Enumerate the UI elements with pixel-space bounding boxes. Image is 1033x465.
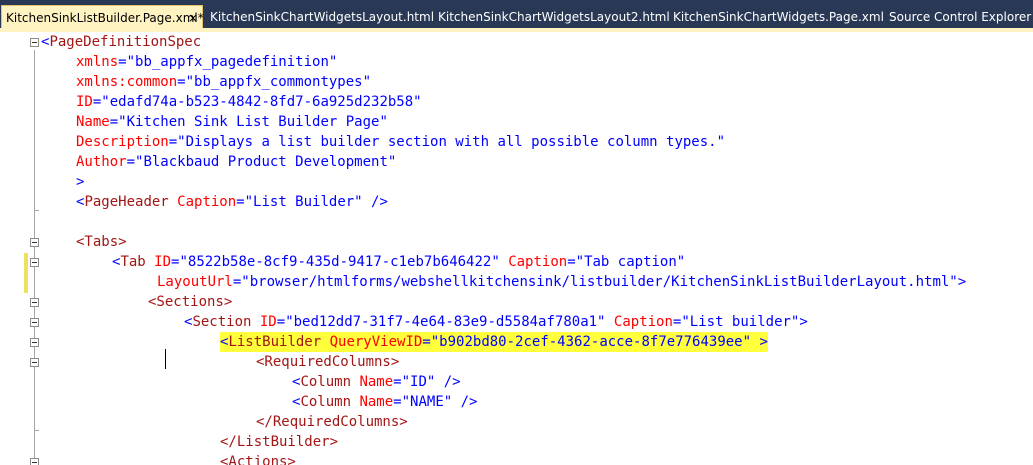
code-editor[interactable]: <PageDefinitionSpec xmlns="bb_appfx_page… (0, 32, 1033, 465)
code-line: <PageDefinitionSpec (41, 34, 202, 50)
code-line: <Actions> (220, 454, 296, 465)
code-line: <Column Name="NAME" /> (292, 394, 478, 410)
code-line: <Section ID="bed12dd7-31f7-4e64-83e9-d55… (184, 314, 808, 330)
tab-kitchensinkchartwidgetslayout2-html[interactable]: KitchenSinkChartWidgetsLayout2.html (438, 5, 670, 29)
outline-tick (34, 210, 39, 211)
tab-label: KitchenSinkListBuilder.Page.xml* (6, 11, 204, 25)
code-line: <Tabs> (76, 234, 127, 250)
code-line: Description="Displays a list builder sec… (76, 134, 726, 150)
code-line: xmlns="bb_appfx_pagedefinition" (76, 54, 338, 70)
code-line: </RequiredColumns> (256, 414, 408, 430)
close-icon[interactable]: × (188, 6, 198, 30)
document-tab-strip: KitchenSinkListBuilder.Page.xml* × Kitch… (0, 0, 1033, 29)
collapse-icon[interactable] (30, 38, 39, 47)
code-line: Author="Blackbaud Product Development" (76, 154, 397, 170)
code-line: <Column Name="ID" /> (292, 374, 461, 390)
tab-label: KitchenSinkChartWidgetsLayout2.html (438, 10, 670, 24)
collapse-icon[interactable] (30, 258, 39, 267)
tab-kitchensinklistbuilder-page-xml[interactable]: KitchenSinkListBuilder.Page.xml* × (1, 5, 204, 30)
collapse-icon[interactable] (30, 238, 39, 247)
code-line: LayoutUrl="browser/htmlforms/webshellkit… (157, 274, 967, 290)
text-caret (165, 349, 166, 369)
changed-lines-marker (24, 253, 28, 293)
code-line: > (76, 174, 85, 190)
tab-label: Source Control Explorer (889, 10, 1032, 24)
code-line: Name="Kitchen Sink List Builder Page" (76, 114, 388, 130)
code-line: <Sections> (148, 294, 233, 310)
collapse-icon[interactable] (30, 358, 39, 367)
tab-kitchensinkchartwidgetslayout-html[interactable]: KitchenSinkChartWidgetsLayout.html (210, 5, 434, 29)
code-line: xmlns:common="bb_appfx_commontypes" (76, 74, 372, 90)
tab-label: KitchenSinkChartWidgets.Page.xml (673, 10, 884, 24)
tab-kitchensinkchartwidgets-page-xml[interactable]: KitchenSinkChartWidgets.Page.xml (673, 5, 884, 29)
tab-label: KitchenSinkChartWidgetsLayout.html (210, 10, 435, 24)
collapse-icon[interactable] (30, 298, 39, 307)
code-line: <Tab ID="8522b58e-8cf9-435d-9417-c1eb7b6… (112, 254, 686, 270)
code-line: ID="edafd74a-b523-4842-8fd7-6a925d232b58… (76, 94, 422, 110)
code-line: </ListBuilder> (220, 434, 339, 450)
collapse-icon[interactable] (30, 458, 39, 465)
outline-tick (34, 430, 39, 431)
code-line: <PageHeader Caption="List Builder" /> (76, 194, 388, 210)
collapse-icon[interactable] (30, 318, 39, 327)
code-line: <RequiredColumns> (256, 354, 400, 370)
collapse-icon[interactable] (30, 338, 39, 347)
code-line-highlighted: <ListBuilder QueryViewID="b902bd80-2cef-… (220, 332, 768, 352)
tab-source-control-explorer[interactable]: Source Control Explorer (889, 5, 1031, 29)
